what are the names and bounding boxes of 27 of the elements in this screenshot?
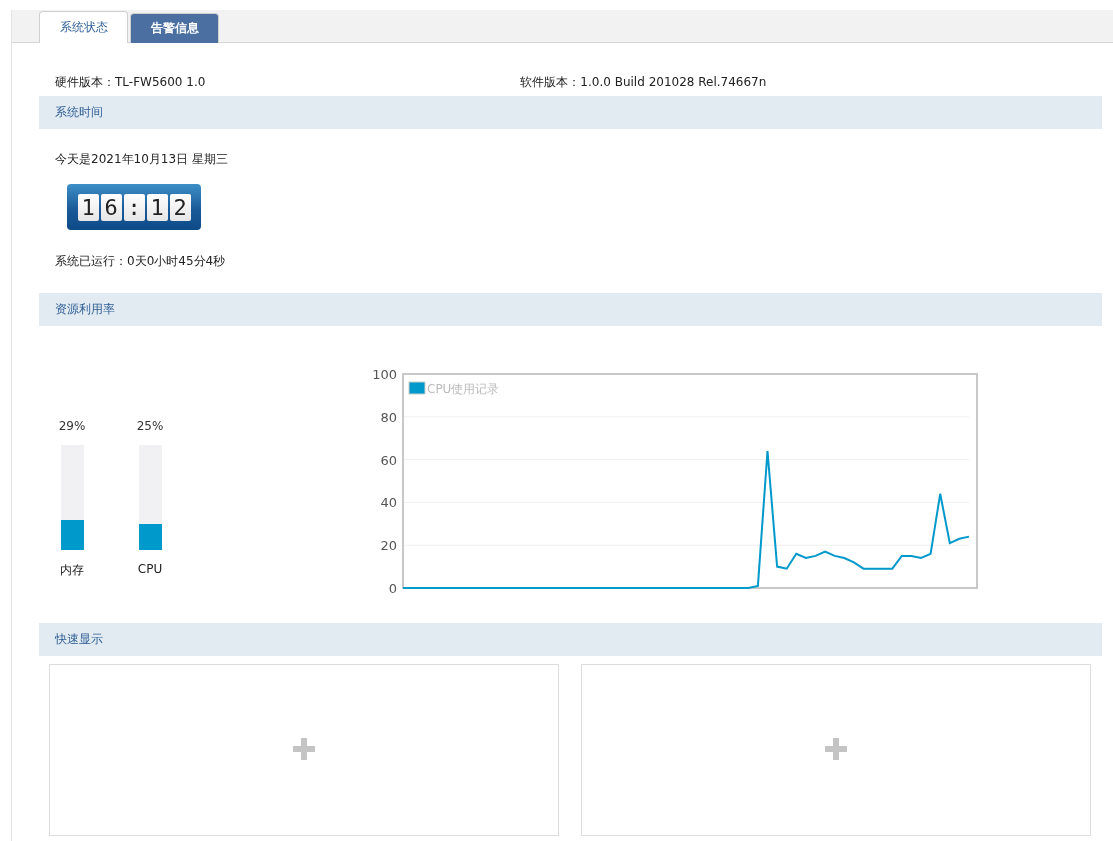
- section-header: 资源利用率: [39, 293, 1102, 326]
- legend-label: CPU使用记录: [427, 382, 500, 396]
- clock-digit: 2: [169, 193, 191, 221]
- hardware-version: 硬件版本：TL-FW5600 1.0: [55, 74, 206, 91]
- usage-reading: 29%: [58, 419, 86, 433]
- axis-tick-label: 60: [380, 452, 397, 468]
- tab[interactable]: 系统状态: [39, 11, 128, 43]
- axis-tick-label: 20: [380, 538, 397, 554]
- section-header: 快速显示: [39, 623, 1102, 656]
- usage-label: 内存: [60, 562, 84, 579]
- clock-digit: 1: [146, 193, 168, 221]
- axis-tick-label: 80: [380, 409, 397, 425]
- uptime-text: 系统已运行：0天0小时45分4秒: [54, 253, 227, 270]
- add-icon[interactable]: [825, 738, 847, 760]
- axis-tick-label: 40: [380, 495, 397, 511]
- clock-digit: 6: [100, 193, 122, 221]
- usage-reading: 25%: [136, 419, 164, 433]
- add-icon[interactable]: [293, 738, 315, 760]
- software-version: 软件版本：1.0.0 Build 201028 Rel.74667n: [520, 74, 767, 91]
- clock-digit: 1: [77, 193, 99, 221]
- axis-tick-label: 0: [388, 581, 397, 594]
- tab[interactable]: 告警信息: [130, 13, 219, 43]
- usage-label: CPU: [137, 562, 163, 576]
- clock-digit: :: [123, 193, 145, 221]
- axis-tick-label: 100: [372, 367, 397, 382]
- section-header: 系统时间: [39, 96, 1102, 129]
- date-text: 今天是2021年10月13日 星期三: [54, 151, 229, 168]
